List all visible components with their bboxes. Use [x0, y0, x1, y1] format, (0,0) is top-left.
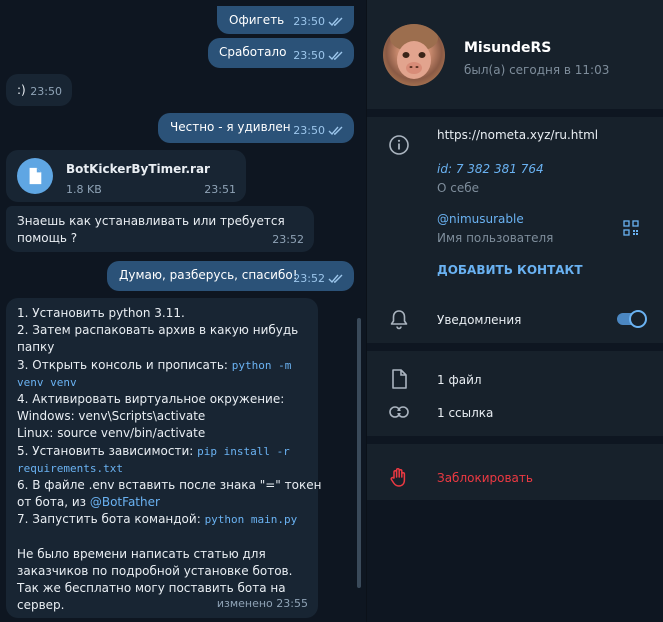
link-icon	[389, 406, 409, 418]
message-text: Честно - я удивлен	[170, 120, 291, 134]
message-time-edited: изменено 23:55	[216, 597, 308, 610]
message-text: Думаю, разберусь, спасибо!	[119, 268, 298, 282]
about-label: О себе	[437, 181, 480, 195]
inline-code: pip install -r	[197, 444, 290, 458]
message-incoming[interactable]: :) 23:50	[6, 74, 72, 106]
notifications-label: Уведомления	[437, 313, 522, 327]
file-download-button[interactable]	[17, 158, 53, 194]
qr-code-icon[interactable]	[623, 220, 639, 236]
panel-bottom-filler	[367, 500, 663, 622]
message-incoming-instructions[interactable]: 1. Установить python 3.11. 2. Затем расп…	[6, 298, 322, 618]
check-ticks-icon	[328, 126, 343, 135]
block-user-button[interactable]: Заблокировать	[437, 471, 533, 485]
file-message[interactable]: BotKickerByTimer.rar 1.8 KB 23:51	[6, 150, 246, 202]
message-outgoing[interactable]: Офигеть 23:50	[217, 6, 354, 34]
shared-files[interactable]: 1 файл	[437, 373, 482, 387]
message-text: Знаешь как устанавливать или требуется	[17, 214, 285, 228]
message-incoming[interactable]: Знаешь как устанавливать или требуется п…	[6, 206, 314, 252]
inline-code: python -m	[231, 358, 292, 372]
message-time: 23:50	[293, 124, 325, 137]
profile-name: MisundeRS	[464, 40, 552, 56]
inline-code: venv venv	[17, 375, 77, 389]
check-ticks-icon	[328, 274, 343, 283]
message-text: :)	[17, 83, 26, 97]
section-divider	[367, 109, 663, 117]
message-text: 1. Установить python 3.11. 2. Затем расп…	[17, 306, 322, 613]
message-outgoing[interactable]: Сработало 23:50	[208, 38, 354, 68]
bio-link[interactable]: https://nometa.xyz/ru.html	[437, 128, 598, 142]
chat-area[interactable]: Офигеть 23:50 Сработало 23:50 :) 23:50 Ч…	[0, 0, 366, 622]
message-text: Офигеть	[229, 13, 285, 27]
profile-panel: MisundeRS был(а) сегодня в 11:03 https:/…	[367, 0, 663, 622]
message-time: 23:52	[272, 233, 304, 246]
message-time: 23:50	[30, 85, 62, 98]
section-divider	[367, 436, 663, 444]
message-time: 23:50	[293, 49, 325, 62]
inline-code: python main.py	[204, 513, 298, 527]
message-time: 23:51	[204, 183, 236, 196]
avatar-image	[390, 24, 438, 79]
avatar[interactable]	[383, 24, 445, 86]
message-text: Сработало	[219, 45, 287, 59]
profile-status: был(а) сегодня в 11:03	[464, 63, 610, 77]
block-hand-icon	[390, 468, 406, 487]
section-divider	[367, 343, 663, 351]
toggle-knob	[629, 310, 647, 328]
file-name: BotKickerByTimer.rar	[66, 162, 210, 176]
file-icon	[29, 167, 42, 185]
message-text: помощь ?	[17, 231, 78, 245]
file-size: 1.8 KB	[66, 183, 102, 196]
user-id: id: 7 382 381 764	[437, 162, 544, 176]
shared-links[interactable]: 1 ссылка	[437, 406, 493, 420]
username-label: Имя пользователя	[437, 231, 554, 245]
info-icon	[389, 135, 409, 155]
username[interactable]: @nimusurable	[437, 212, 524, 226]
botfather-link[interactable]: @BotFather	[90, 495, 160, 509]
chat-scrollbar[interactable]	[357, 318, 361, 588]
message-time: 23:50	[293, 15, 325, 28]
check-ticks-icon	[328, 51, 343, 60]
bell-icon	[390, 310, 408, 330]
inline-code: requirements.txt	[17, 461, 123, 475]
files-icon	[392, 369, 407, 389]
message-outgoing[interactable]: Думаю, разберусь, спасибо! 23:52	[107, 261, 354, 291]
message-outgoing[interactable]: Честно - я удивлен 23:50	[158, 113, 354, 143]
message-time: 23:52	[293, 272, 325, 285]
notifications-toggle[interactable]	[617, 310, 647, 328]
add-contact-button[interactable]: ДОБАВИТЬ КОНТАКТ	[437, 263, 583, 277]
check-ticks-icon	[328, 17, 343, 26]
